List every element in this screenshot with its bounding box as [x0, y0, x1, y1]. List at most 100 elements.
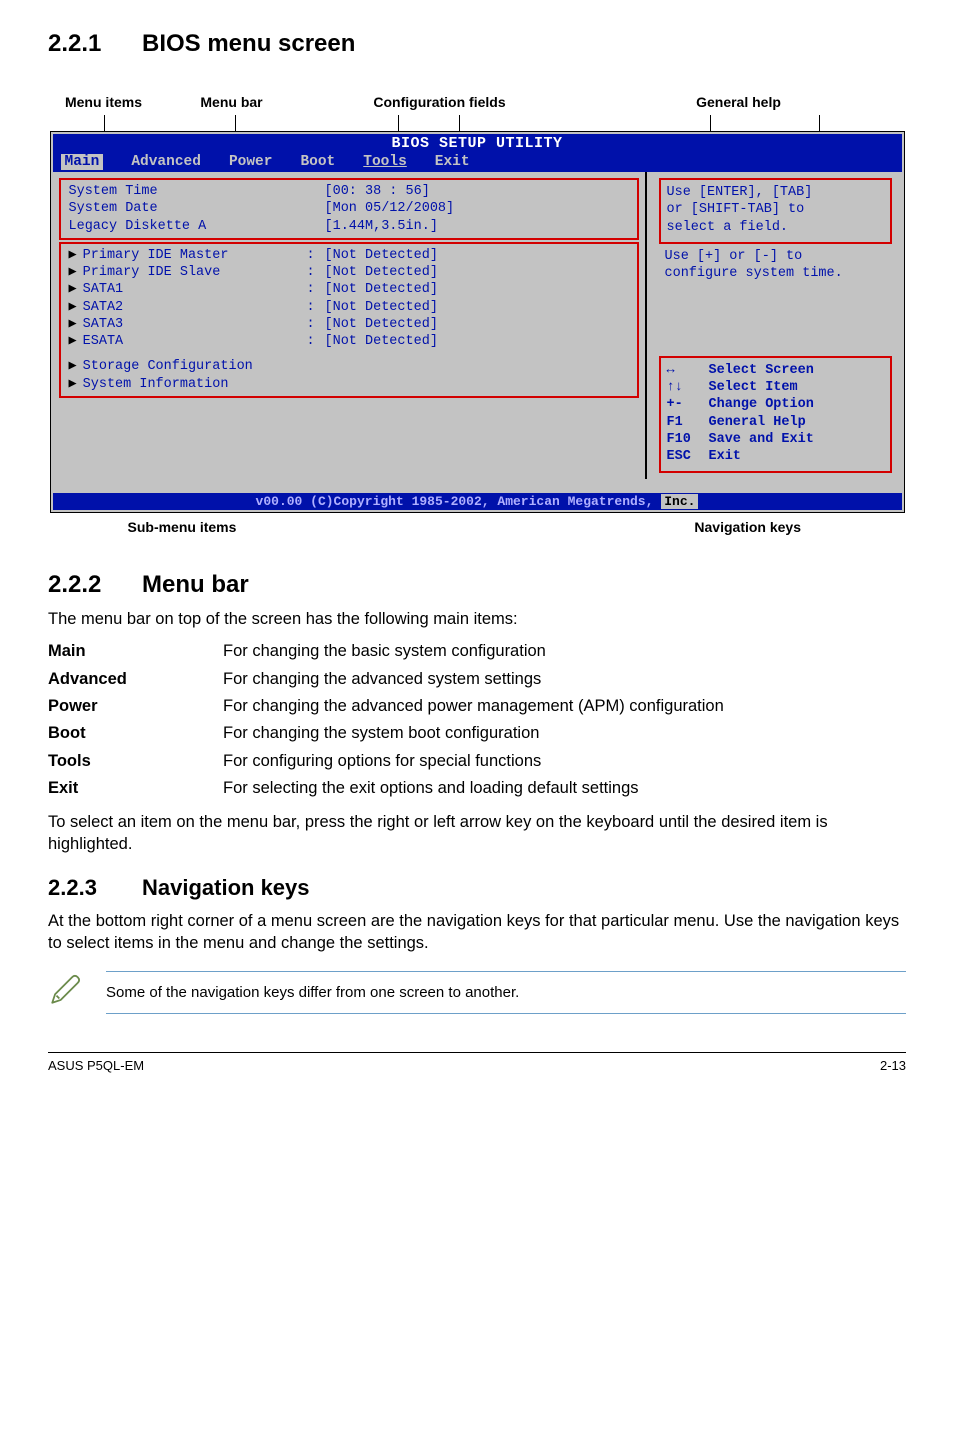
navkey-sym: F10: [667, 431, 709, 448]
bios-screenshot: BIOS SETUP UTILITY Main Advanced Power B…: [50, 131, 905, 513]
value-primary-ide-slave: [Not Detected]: [325, 264, 631, 281]
def-term: Advanced: [48, 669, 223, 690]
label-submenu-items: Sub-menu items: [128, 519, 237, 535]
help-line: or [SHIFT-TAB] to: [667, 201, 886, 218]
submenu-arrow-icon: ▶: [69, 282, 77, 297]
bios-copyright: v00.00 (C)Copyright 1985-2002, American …: [53, 493, 902, 510]
help-line: select a field.: [667, 219, 886, 236]
copyright-text: v00.00 (C)Copyright 1985-2002, American …: [256, 494, 662, 509]
navkey-sym: F1: [667, 414, 709, 431]
navkey-sym: ↑↓: [667, 379, 709, 396]
heading-221-title: BIOS menu screen: [142, 30, 355, 57]
label-ticks: [50, 115, 905, 131]
field-sata1[interactable]: SATA1: [83, 282, 124, 297]
heading-223-num: 2.2.3: [48, 875, 142, 901]
page-footer: ASUS P5QL-EM 2-13: [48, 1052, 906, 1073]
def-desc: For changing the system boot configurati…: [223, 723, 906, 744]
submenu-storage-config[interactable]: Storage Configuration: [83, 359, 253, 374]
submenu-system-info[interactable]: System Information: [83, 377, 229, 392]
def-term: Tools: [48, 751, 223, 772]
value-legacy-diskette[interactable]: [1.44M,3.5in.]: [325, 218, 631, 235]
label-navigation-keys: Navigation keys: [694, 519, 801, 535]
def-term: Boot: [48, 723, 223, 744]
help-line: Use [ENTER], [TAB]: [667, 184, 886, 201]
def-term: Exit: [48, 778, 223, 799]
heading-221: 2.2.1BIOS menu screen: [48, 30, 906, 58]
note-text: Some of the navigation keys differ from …: [106, 971, 906, 1014]
value-system-time[interactable]: [00: 38 : 56]: [325, 183, 631, 200]
bios-help-block-2: Use [+] or [-] to configure system time.: [665, 248, 890, 282]
def-term: Power: [48, 696, 223, 717]
bios-menu-main[interactable]: Main: [61, 154, 104, 170]
submenu-arrow-icon: ▶: [69, 300, 77, 315]
def-desc: For changing the advanced power manageme…: [223, 696, 906, 717]
field-primary-ide-master[interactable]: Primary IDE Master: [83, 248, 229, 263]
submenu-arrow-icon: ▶: [69, 248, 77, 263]
footer-left: ASUS P5QL-EM: [48, 1058, 144, 1073]
def-desc: For selecting the exit options and loadi…: [223, 778, 906, 799]
value-esata: [Not Detected]: [325, 333, 631, 350]
submenu-arrow-icon: ▶: [69, 359, 77, 374]
bios-menu-tools[interactable]: Tools: [363, 154, 407, 170]
field-esata[interactable]: ESATA: [83, 334, 124, 349]
section-222-intro: The menu bar on top of the screen has th…: [48, 609, 906, 631]
field-sata2[interactable]: SATA2: [83, 300, 124, 315]
label-config-fields: Configuration fields: [373, 94, 505, 110]
menu-bar-definitions: MainFor changing the basic system config…: [48, 641, 906, 800]
submenu-arrow-icon: ▶: [69, 377, 77, 392]
bios-help-redbox-1: Use [ENTER], [TAB] or [SHIFT-TAB] to sel…: [659, 178, 892, 244]
pencil-icon: [48, 973, 82, 1012]
heading-222-title: Menu bar: [142, 571, 249, 598]
heading-222: 2.2.2Menu bar: [48, 571, 906, 599]
value-primary-ide-master: [Not Detected]: [325, 247, 631, 264]
label-menu-bar: Menu bar: [200, 94, 262, 110]
heading-223-title: Navigation keys: [142, 875, 310, 900]
field-system-date[interactable]: System Date: [69, 200, 307, 217]
value-sata3: [Not Detected]: [325, 316, 631, 333]
bios-menu-advanced[interactable]: Advanced: [131, 154, 201, 170]
help-line: Use [+] or [-] to: [665, 248, 890, 265]
bios-title: BIOS SETUP UTILITY: [53, 134, 902, 153]
label-menu-items: Menu items: [65, 94, 142, 110]
value-sata2: [Not Detected]: [325, 299, 631, 316]
navkey-label: Save and Exit: [709, 431, 814, 448]
copyright-inc: Inc.: [661, 494, 698, 509]
navkey-label: Select Item: [709, 379, 798, 396]
heading-222-num: 2.2.2: [48, 571, 142, 599]
submenu-arrow-icon: ▶: [69, 317, 77, 332]
bios-menu-power[interactable]: Power: [229, 154, 273, 170]
bios-menubar: Main Advanced Power Boot Tools Exit: [53, 153, 902, 172]
bios-labels-bottom: Sub-menu items Navigation keys: [50, 519, 905, 535]
navkey-sym: ↔: [667, 362, 709, 379]
field-sata3[interactable]: SATA3: [83, 317, 124, 332]
bios-navkeys-redbox: ↔Select Screen ↑↓Select Item +-Change Op…: [659, 356, 892, 474]
navkey-label: General Help: [709, 414, 806, 431]
note-block: Some of the navigation keys differ from …: [48, 971, 906, 1014]
section-222-outro: To select an item on the menu bar, press…: [48, 812, 906, 856]
navkey-label: Change Option: [709, 396, 814, 413]
bios-menu-boot[interactable]: Boot: [300, 154, 335, 170]
bios-labels-top: Menu items Menu bar Configuration fields…: [50, 94, 905, 113]
def-desc: For configuring options for special func…: [223, 751, 906, 772]
bios-menu-exit[interactable]: Exit: [435, 154, 470, 170]
bios-redbox-fields-1: System Time [00: 38 : 56] System Date [Mon…: [59, 178, 639, 240]
help-line: configure system time.: [665, 265, 890, 282]
navkey-label: Select Screen: [709, 362, 814, 379]
footer-right: 2-13: [880, 1058, 906, 1073]
heading-221-num: 2.2.1: [48, 30, 142, 58]
heading-223: 2.2.3Navigation keys: [48, 875, 906, 901]
def-term: Main: [48, 641, 223, 662]
bios-redbox-fields-2: ▶Primary IDE Master:[Not Detected] ▶Prim…: [59, 242, 639, 398]
field-system-time[interactable]: System Time: [69, 183, 307, 200]
field-legacy-diskette[interactable]: Legacy Diskette A: [69, 218, 307, 235]
submenu-arrow-icon: ▶: [69, 265, 77, 280]
navkey-sym: +-: [667, 396, 709, 413]
value-system-date[interactable]: [Mon 05/12/2008]: [325, 200, 631, 217]
submenu-arrow-icon: ▶: [69, 334, 77, 349]
navkey-sym: ESC: [667, 448, 709, 465]
value-sata1: [Not Detected]: [325, 281, 631, 298]
field-primary-ide-slave[interactable]: Primary IDE Slave: [83, 265, 221, 280]
label-general-help: General help: [696, 94, 781, 110]
section-223-body: At the bottom right corner of a menu scr…: [48, 911, 906, 955]
def-desc: For changing the advanced system setting…: [223, 669, 906, 690]
